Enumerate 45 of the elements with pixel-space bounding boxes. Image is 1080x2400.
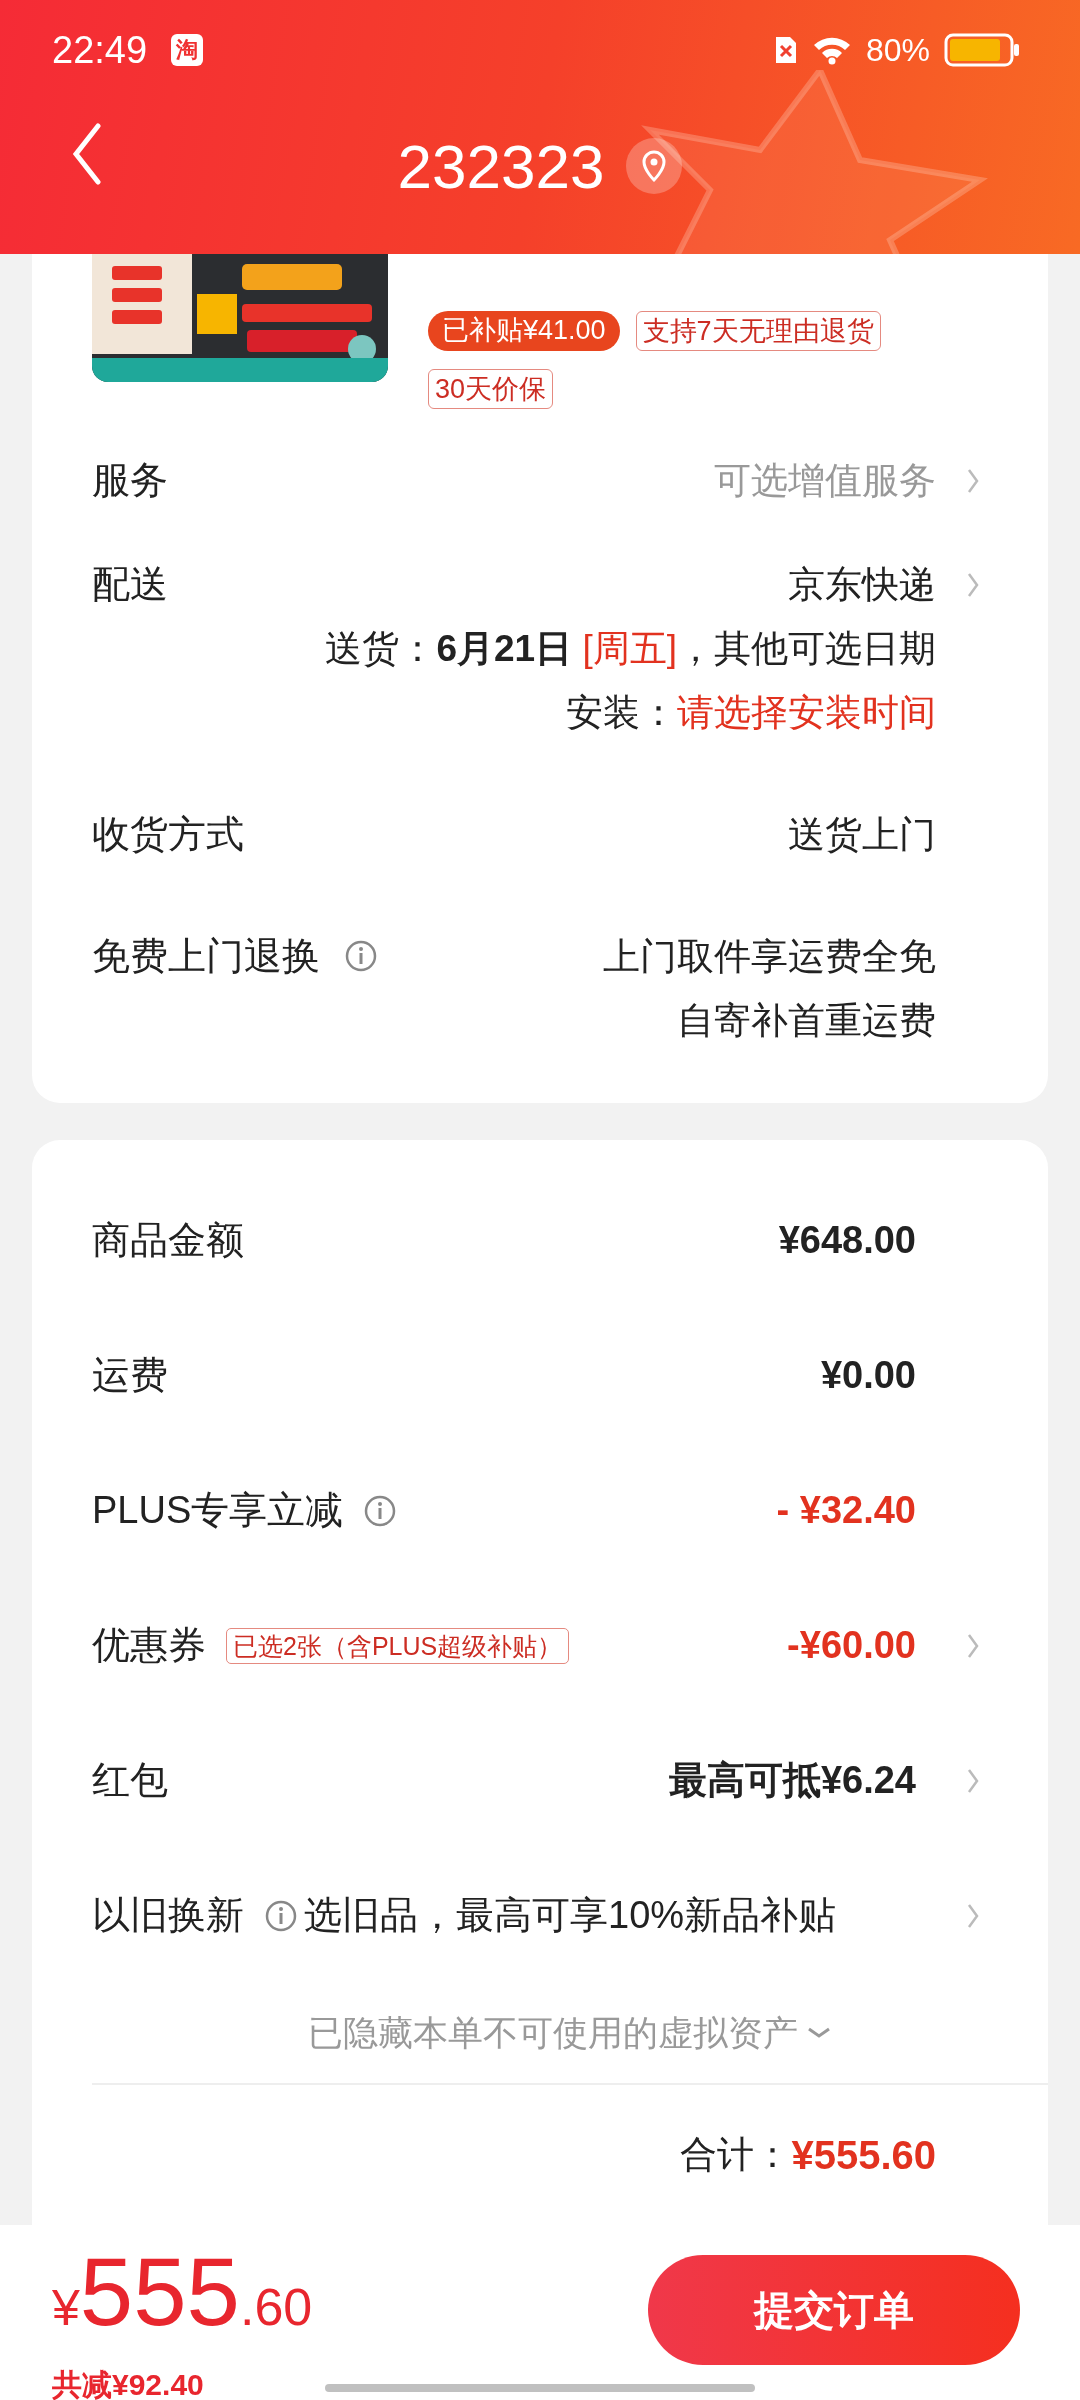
row-value: ¥0.00 bbox=[820, 1354, 916, 1397]
row-label: 运费 bbox=[92, 1353, 168, 1398]
sim-card-icon bbox=[773, 35, 798, 65]
back-icon[interactable] bbox=[72, 123, 102, 185]
row-label: 免费上门退换 bbox=[92, 933, 320, 979]
header-title: 232323 bbox=[397, 130, 605, 202]
info-icon[interactable] bbox=[344, 939, 378, 973]
info-icon[interactable] bbox=[264, 1898, 298, 1933]
status-time: 22:49 bbox=[52, 28, 148, 72]
row-value[interactable]: 送货：6月21日 [周五]，其他可选日期 bbox=[325, 624, 936, 674]
total-price: ¥555.60 bbox=[52, 2247, 313, 2347]
product-tag: 已补贴¥41.00 bbox=[428, 311, 620, 351]
row-value: 送货上门 bbox=[788, 813, 936, 857]
total-amount: ¥555.60 bbox=[791, 2132, 936, 2178]
row-value[interactable]: 京东快递 bbox=[788, 560, 936, 610]
submit-order-button[interactable]: 提交订单 bbox=[648, 2255, 1020, 2365]
row-label: 收货方式 bbox=[92, 811, 244, 857]
savings-text: 共减¥92.40 bbox=[52, 2367, 205, 2400]
coupon-tag: 已选2张（含PLUS超级补贴） bbox=[226, 1627, 570, 1664]
product-tag: 30天价保 bbox=[428, 369, 554, 409]
row-label: 配送 bbox=[92, 561, 168, 607]
app-badge: 淘 bbox=[171, 34, 204, 66]
battery-percent: 80% bbox=[865, 31, 930, 69]
row-value[interactable]: 选旧品，最高可享10%新品补贴 bbox=[304, 1890, 837, 1941]
row-value[interactable]: 安装：请选择安装时间 bbox=[566, 688, 936, 738]
chevron-down-icon[interactable] bbox=[806, 2026, 832, 2040]
row-label: 商品金额 bbox=[92, 1218, 244, 1263]
product-tag: 支持7天无理由退货 bbox=[635, 311, 881, 351]
location-pin-icon[interactable] bbox=[626, 138, 683, 194]
info-icon[interactable] bbox=[363, 1493, 398, 1528]
row-value[interactable]: 最高可抵¥6.24 bbox=[668, 1755, 916, 1806]
row-value: 自寄补首重运费 bbox=[677, 999, 936, 1043]
row-value: 上门取件享运费全免 bbox=[603, 935, 936, 979]
row-value: ¥648.00 bbox=[778, 1219, 916, 1262]
row-value: - ¥32.40 bbox=[776, 1489, 916, 1532]
row-label: 优惠券 bbox=[92, 1623, 206, 1668]
row-label: 红包 bbox=[92, 1758, 168, 1803]
chevron-icon[interactable] bbox=[966, 571, 980, 599]
row-label: PLUS专享立减 bbox=[92, 1488, 344, 1533]
row-label: 以旧换新 bbox=[92, 1893, 244, 1938]
row-value[interactable]: -¥60.00 bbox=[787, 1624, 916, 1667]
total-label: 合计： bbox=[680, 2133, 792, 2177]
chevron-icon[interactable] bbox=[966, 467, 980, 495]
row-label: 服务 bbox=[92, 457, 168, 503]
battery-icon bbox=[944, 33, 1020, 67]
